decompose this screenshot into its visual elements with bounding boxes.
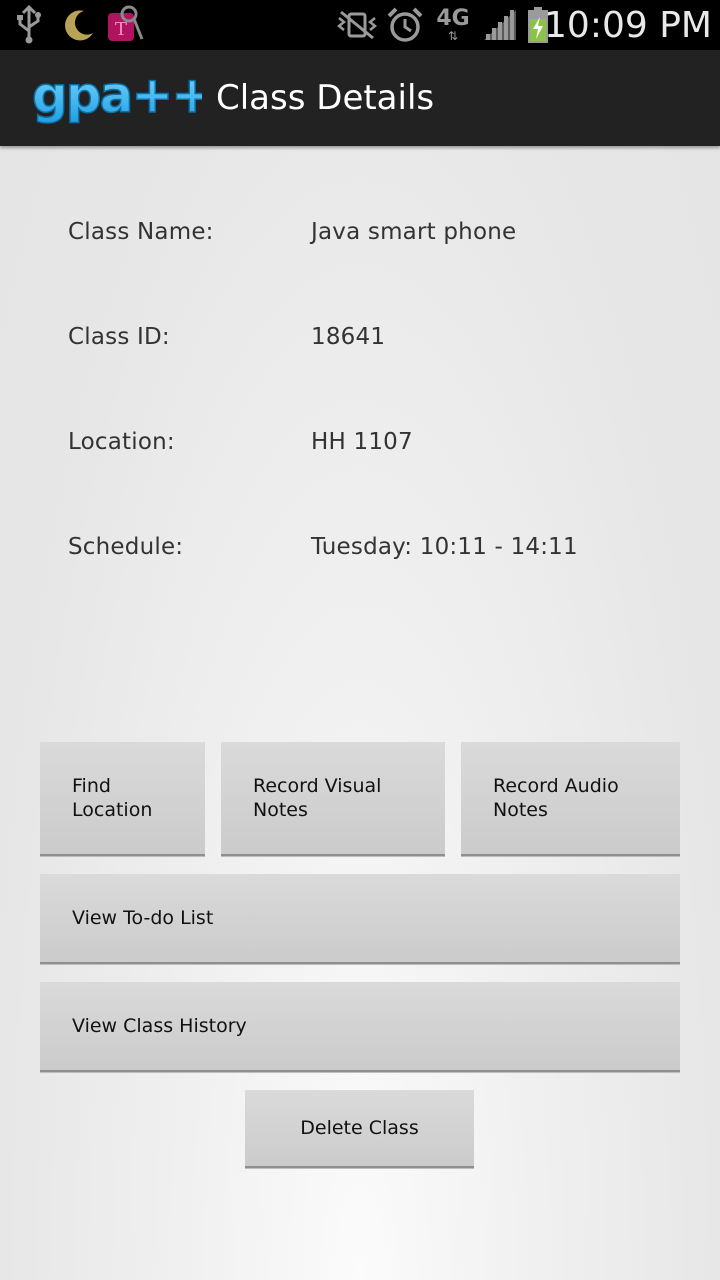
page-title: Class Details <box>216 78 435 118</box>
status-bar: T 4G ⇅ 10:09 PM <box>0 0 720 50</box>
svg-text:T: T <box>115 19 127 40</box>
clock-time: 10:09 PM <box>544 4 712 46</box>
vibrate-mute-icon <box>336 0 378 50</box>
find-location-button[interactable]: Find Location <box>40 742 205 856</box>
svg-text:gpa++: gpa++ <box>32 72 202 124</box>
class-name-label: Class Name: <box>68 219 214 245</box>
alarm-icon <box>384 0 426 50</box>
4g-icon: 4G ⇅ <box>436 6 470 43</box>
usb-icon <box>12 0 46 50</box>
class-id-value: 18641 <box>311 324 386 350</box>
schedule-value: Tuesday: 10:11 - 14:11 <box>311 534 578 560</box>
class-id-label: Class ID: <box>68 324 170 350</box>
view-class-history-button[interactable]: View Class History <box>40 982 680 1072</box>
class-name-value: Java smart phone <box>311 219 517 245</box>
app-logo[interactable]: gpa++ <box>31 65 214 125</box>
moon-icon <box>58 0 98 50</box>
schedule-label: Schedule: <box>68 534 184 560</box>
signal-icon <box>480 0 520 50</box>
view-todo-list-button[interactable]: View To-do List <box>40 874 680 964</box>
location-value: HH 1107 <box>311 429 413 455</box>
record-visual-notes-button[interactable]: Record Visual Notes <box>221 742 445 856</box>
tmobile-icon: T <box>104 0 144 50</box>
delete-class-button[interactable]: Delete Class <box>245 1090 474 1168</box>
action-bar: gpa++ Class Details <box>0 50 720 146</box>
location-label: Location: <box>68 429 175 455</box>
record-audio-notes-button[interactable]: Record Audio Notes <box>461 742 680 856</box>
